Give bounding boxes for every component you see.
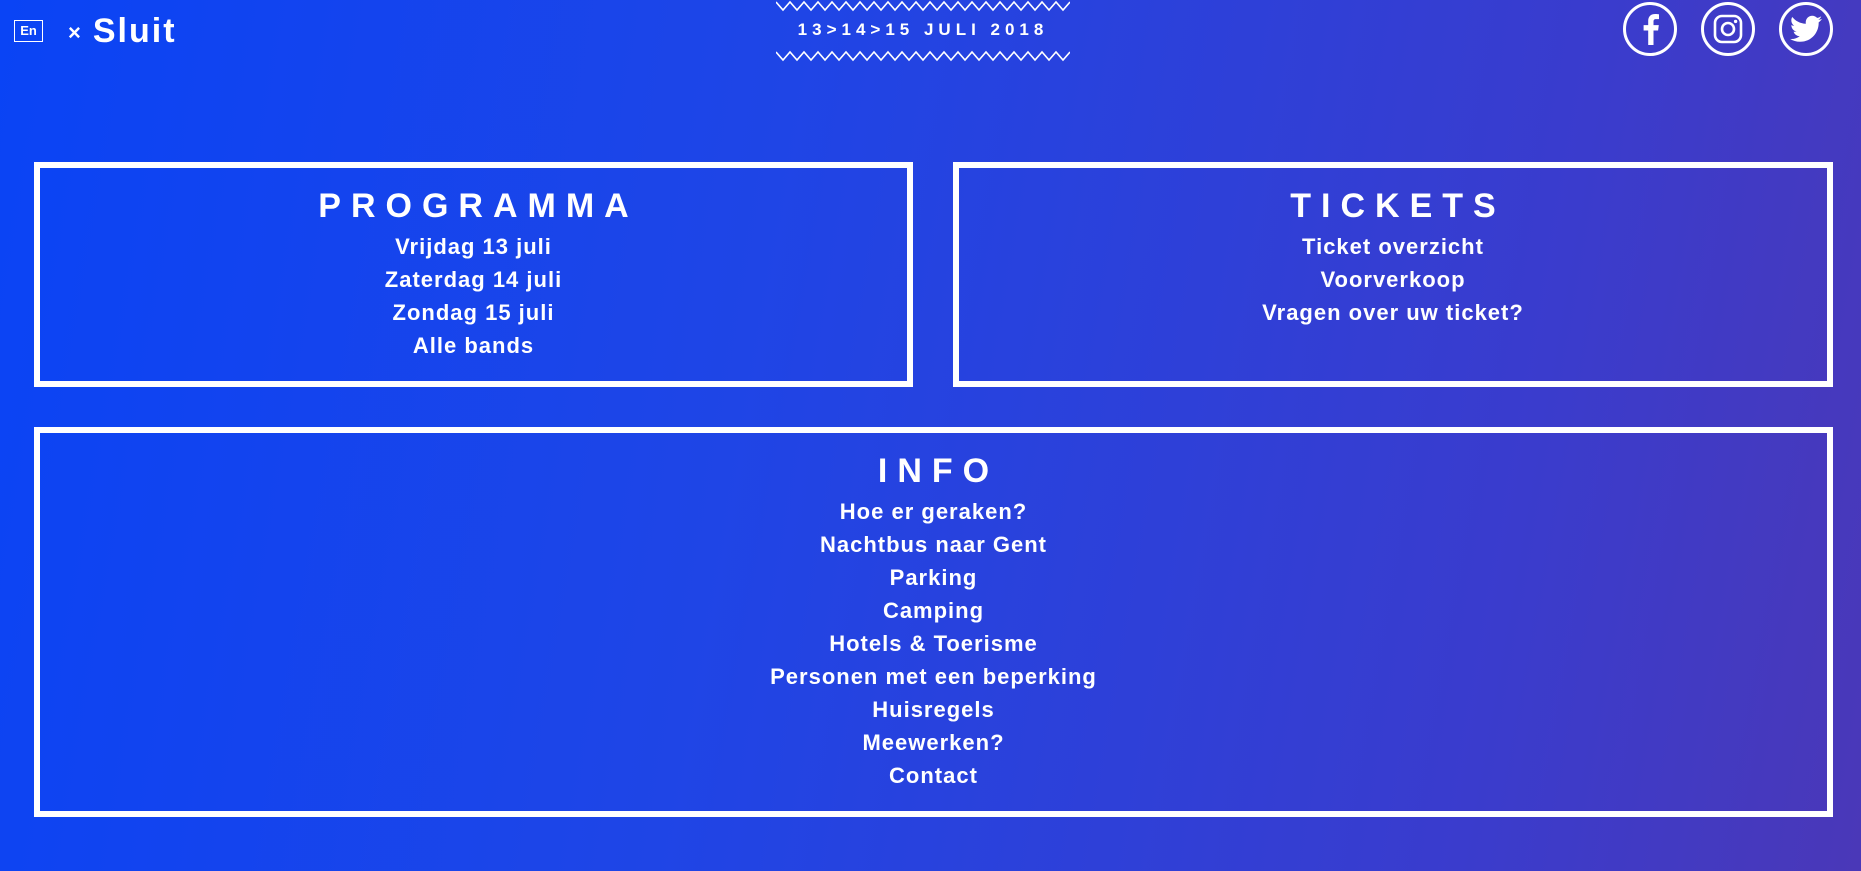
zigzag-top-decoration <box>776 0 1070 12</box>
link-personen-beperking[interactable]: Personen met een beperking <box>770 664 1097 689</box>
link-hotels-toerisme[interactable]: Hotels & Toerisme <box>829 631 1038 656</box>
link-camping[interactable]: Camping <box>883 598 984 623</box>
programma-title[interactable]: PROGRAMMA <box>40 186 907 226</box>
link-vrijdag[interactable]: Vrijdag 13 juli <box>395 234 552 259</box>
link-huisregels[interactable]: Huisregels <box>872 697 995 722</box>
top-bar: En × Sluit 13>14>15 JULI 2018 <box>0 0 1861 80</box>
link-zondag[interactable]: Zondag 15 juli <box>393 300 555 325</box>
close-icon: × <box>68 20 81 45</box>
zigzag-bottom-decoration <box>776 50 1070 62</box>
link-contact[interactable]: Contact <box>889 763 978 788</box>
link-ticket-overzicht[interactable]: Ticket overzicht <box>1302 234 1484 259</box>
language-toggle-button[interactable]: En <box>14 20 43 42</box>
link-parking[interactable]: Parking <box>890 565 978 590</box>
info-panel: INFO Hoe er geraken? Nachtbus naar Gent … <box>34 427 1833 817</box>
social-links <box>1623 2 1833 56</box>
programma-panel: PROGRAMMA Vrijdag 13 juli Zaterdag 14 ju… <box>34 162 913 387</box>
festival-dates: 13>14>15 JULI 2018 <box>797 20 1049 39</box>
twitter-link[interactable] <box>1779 2 1833 56</box>
instagram-icon <box>1713 14 1743 44</box>
twitter-icon <box>1790 15 1822 42</box>
tickets-links: Ticket overzicht Voorverkoop Vragen over… <box>959 230 1827 329</box>
link-nachtbus[interactable]: Nachtbus naar Gent <box>820 532 1047 557</box>
link-zaterdag[interactable]: Zaterdag 14 juli <box>385 267 562 292</box>
tickets-title[interactable]: TICKETS <box>959 186 1827 226</box>
tickets-panel: TICKETS Ticket overzicht Voorverkoop Vra… <box>953 162 1833 387</box>
link-meewerken[interactable]: Meewerken? <box>862 730 1004 755</box>
facebook-icon <box>1643 14 1659 45</box>
link-alle-bands[interactable]: Alle bands <box>413 333 534 358</box>
facebook-link[interactable] <box>1623 2 1677 56</box>
link-voorverkoop[interactable]: Voorverkoop <box>1320 267 1465 292</box>
close-menu-button[interactable]: × Sluit <box>68 8 177 54</box>
instagram-link[interactable] <box>1701 2 1755 56</box>
close-label: Sluit <box>92 11 177 50</box>
festival-date-banner[interactable]: 13>14>15 JULI 2018 <box>776 0 1070 64</box>
info-title[interactable]: INFO <box>40 451 1827 491</box>
link-hoe-er-geraken[interactable]: Hoe er geraken? <box>840 499 1027 524</box>
link-vragen-ticket[interactable]: Vragen over uw ticket? <box>1262 300 1524 325</box>
info-links: Hoe er geraken? Nachtbus naar Gent Parki… <box>40 495 1827 792</box>
programma-links: Vrijdag 13 juli Zaterdag 14 juli Zondag … <box>40 230 907 362</box>
